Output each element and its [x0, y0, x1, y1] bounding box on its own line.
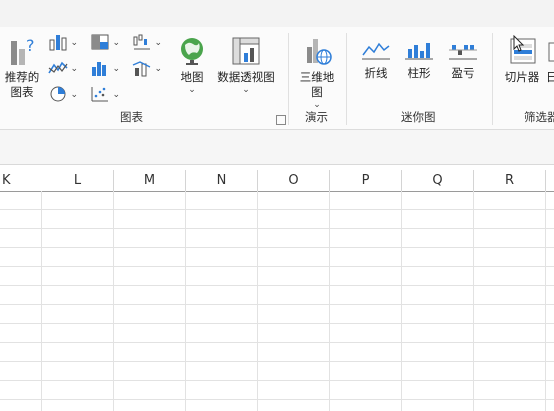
combo-chart-icon [132, 61, 151, 77]
recommended-charts-icon: ? [11, 36, 35, 65]
title-strip [0, 0, 554, 27]
combo-chart-button[interactable]: ⌄ [132, 59, 162, 79]
group-separator [346, 33, 347, 125]
sparkline-line-icon [362, 42, 390, 60]
recommended-charts-label-2: 图表 [10, 85, 34, 99]
column-chart-icon [49, 35, 67, 51]
sparkline-winloss-icon [449, 45, 477, 60]
chevron-down-icon: ⌄ [154, 64, 162, 74]
waterfall-chart-button[interactable]: ⌄ [132, 33, 162, 53]
3d-map-label-2: 图 [311, 85, 323, 99]
histogram-icon [92, 62, 106, 76]
sparkline-line-label: 折线 [364, 66, 388, 80]
maps-button[interactable]: 地图 ⌄ [174, 35, 210, 95]
3d-map-button[interactable]: 三维地 图 ⌄ [296, 35, 338, 110]
scatter-chart-button[interactable]: ⌄ [90, 85, 120, 105]
statistic-chart-button[interactable]: ⌄ [90, 59, 120, 79]
cell-grid[interactable] [0, 191, 554, 411]
hierarchy-chart-button[interactable]: ⌄ [90, 33, 120, 53]
column-header[interactable]: P [330, 170, 402, 192]
chevron-down-icon: ⌄ [70, 90, 78, 100]
chevron-down-icon: ⌄ [112, 90, 120, 100]
pivot-chart-button[interactable]: 数据透视图 ⌄ [214, 35, 278, 95]
column-header[interactable]: Q [402, 170, 474, 192]
chevron-down-icon: ⌄ [112, 64, 120, 74]
column-header[interactable] [546, 170, 554, 192]
scatter-chart-icon [91, 87, 108, 102]
ribbon-insert-tab: ? 推荐的 图表 ⌄ ⌄ ⌄ ⌄ ⌄ ⌄ ⌄ ⌄ 地图 ⌄ 数据透视图 ⌄ 图表… [0, 27, 554, 130]
column-header[interactable]: N [186, 170, 258, 192]
pie-chart-button[interactable]: ⌄ [48, 85, 78, 105]
sparkline-column-button[interactable]: 柱形 [401, 37, 437, 81]
column-header[interactable]: M [114, 170, 186, 192]
slicer-icon [510, 35, 536, 64]
waterfall-icon [133, 34, 150, 50]
pie-chart-icon [50, 86, 66, 102]
chevron-down-icon: ⌄ [242, 85, 250, 95]
column-header[interactable]: K [0, 170, 44, 192]
sparklines-group-label: 迷你图 [401, 110, 436, 124]
sparkline-winloss-label: 盈亏 [451, 66, 475, 80]
dialog-launcher-icon[interactable] [276, 115, 286, 125]
group-separator [288, 33, 289, 125]
chevron-down-icon: ⌄ [70, 38, 78, 48]
sparkline-column-icon [405, 43, 433, 60]
charts-group-label: 图表 [120, 110, 143, 124]
filters-group-label: 筛选器 [524, 110, 554, 124]
3d-map-icon [307, 39, 332, 65]
line-chart-button[interactable]: ⌄ [48, 59, 78, 79]
pivot-chart-icon [232, 37, 260, 65]
line-chart-icon [48, 61, 68, 74]
slicer-button[interactable]: 切片器 [500, 35, 544, 85]
chevron-down-icon: ⌄ [70, 64, 78, 74]
formula-bar-area [0, 130, 554, 165]
tours-group-label: 演示 [305, 110, 328, 124]
chevron-down-icon: ⌄ [188, 85, 196, 95]
globe-icon [181, 38, 203, 65]
timeline-label: 日 [546, 70, 554, 84]
recommended-charts-button[interactable]: ? 推荐的 图表 [2, 35, 42, 100]
column-header[interactable]: L [42, 170, 114, 192]
chevron-down-icon: ⌄ [154, 38, 162, 48]
slicer-label: 切片器 [504, 70, 540, 84]
column-chart-button[interactable]: ⌄ [48, 33, 78, 53]
column-header[interactable]: O [258, 170, 330, 192]
pivot-chart-label: 数据透视图 [217, 70, 275, 84]
treemap-icon [91, 34, 109, 50]
sparkline-winloss-button[interactable]: 盈亏 [445, 37, 481, 81]
svg-text:?: ? [26, 36, 35, 55]
column-header[interactable]: R [474, 170, 546, 192]
maps-label: 地图 [180, 70, 204, 84]
timeline-icon [548, 42, 554, 62]
sparkline-line-button[interactable]: 折线 [358, 37, 394, 81]
recommended-charts-label-1: 推荐的 [4, 70, 40, 84]
group-separator [492, 33, 493, 125]
3d-map-label-1: 三维地 [299, 70, 335, 84]
chevron-down-icon: ⌄ [112, 38, 120, 48]
timeline-button[interactable]: 日 [546, 35, 554, 85]
sparkline-column-label: 柱形 [407, 66, 431, 80]
